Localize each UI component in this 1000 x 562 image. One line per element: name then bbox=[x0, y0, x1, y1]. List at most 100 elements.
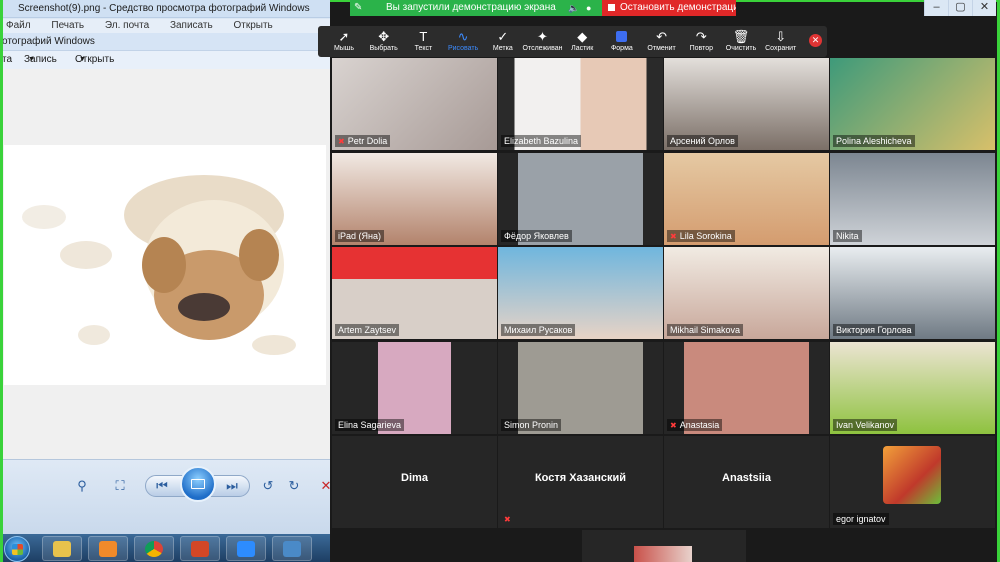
viewer-menu-top: Файл Печать Эл. почта Записать Открыть bbox=[0, 19, 330, 33]
tool-move[interactable]: ✥ Выбрать bbox=[364, 29, 404, 57]
participant-tile[interactable]: Artem Zaytsev bbox=[332, 247, 497, 339]
tool-check[interactable]: ✓ Метка bbox=[483, 29, 523, 57]
participant-name-text: Nikita bbox=[836, 230, 859, 241]
participant-tile[interactable]: egor ignatov bbox=[830, 436, 995, 528]
mic-icon[interactable]: 🔈 bbox=[568, 0, 579, 16]
shape-icon bbox=[602, 29, 642, 44]
participant-tile[interactable]: Anastsiia bbox=[664, 436, 829, 528]
save-icon: ⇩ bbox=[775, 29, 787, 44]
media-player-icon bbox=[99, 540, 117, 557]
text-icon: T bbox=[419, 29, 428, 44]
maximize-button[interactable]: ▢ bbox=[948, 0, 972, 16]
participant-name-text: Арсений Орлов bbox=[670, 136, 735, 146]
participant-tile[interactable]: ✖ Petr Dolia bbox=[332, 58, 497, 150]
share-status-text: Вы запустили демонстрацию экрана bbox=[386, 2, 556, 13]
participant-name-text: Михаил Русаков bbox=[504, 325, 573, 335]
participant-tile[interactable]: ✖ Lila Sorokina bbox=[664, 152, 829, 245]
rotate-right-icon[interactable]: ↻ bbox=[282, 475, 306, 497]
tool-spotlight[interactable]: ✦ Отслеживан bbox=[523, 29, 563, 57]
participant-tile[interactable]: Виктория Горлова bbox=[830, 247, 995, 339]
tool-pointer[interactable]: ➚ Мышь bbox=[324, 29, 364, 57]
taskbar bbox=[0, 534, 330, 562]
window-controls: – ▢ ✕ bbox=[924, 0, 1000, 16]
participant-tile[interactable]: Elizabeth Bazulina bbox=[498, 58, 663, 150]
tool-shape[interactable]: Форма bbox=[602, 29, 642, 57]
minimize-button[interactable]: – bbox=[924, 0, 948, 16]
bulldog-image bbox=[4, 145, 326, 385]
participant-tile[interactable]: Ivan Velikanov bbox=[830, 341, 995, 434]
tool-undo[interactable]: ↶ Отменит bbox=[642, 29, 682, 57]
participant-name: Ivan Velikanov bbox=[833, 418, 898, 431]
participant-name-text: Elizabeth Bazulina bbox=[504, 136, 579, 146]
participant-tile[interactable]: Михаил Русаков bbox=[498, 247, 663, 339]
tool-trash[interactable]: 🗑 Очистить bbox=[721, 29, 761, 57]
participant-tile[interactable]: Polina Aleshicheva bbox=[830, 58, 995, 150]
share-banner: ✎ Вы запустили демонстрацию экрана 🔈 ● О… bbox=[350, 0, 736, 16]
tool-save[interactable]: ⇩ Сохранит bbox=[761, 29, 801, 57]
participant-name-text: Ivan Velikanov bbox=[836, 419, 895, 430]
chevron-down-icon: ▼ bbox=[79, 56, 86, 63]
zoom-icon[interactable]: ⚲ bbox=[70, 475, 94, 497]
trash-icon: 🗑 bbox=[732, 29, 750, 44]
participant-tile-partial[interactable] bbox=[582, 530, 746, 562]
participant-name: Михаил Русаков bbox=[501, 324, 576, 336]
tool-text[interactable]: T Текст bbox=[403, 29, 443, 57]
participant-name-text: Lila Sorokina bbox=[679, 230, 732, 241]
taskbar-powerpoint[interactable] bbox=[180, 536, 220, 561]
start-button[interactable] bbox=[4, 536, 30, 562]
tool-draw[interactable]: ∿ Рисовать bbox=[443, 29, 483, 57]
taskbar-chrome[interactable] bbox=[134, 536, 174, 561]
participant-tile[interactable]: Костя Хазанский ✖ bbox=[498, 436, 663, 528]
close-toolbar-icon[interactable]: ✕ bbox=[809, 34, 822, 47]
pointer-icon: ➚ bbox=[338, 29, 350, 44]
participant-tile[interactable]: Арсений Орлов bbox=[664, 58, 829, 150]
previous-icon[interactable]: ⏮ bbox=[150, 475, 174, 497]
participant-name: Фёдор Яковлев bbox=[501, 229, 572, 242]
tool-label: Рисовать bbox=[447, 45, 479, 52]
taskbar-media[interactable] bbox=[88, 536, 128, 561]
close-window-button[interactable]: ✕ bbox=[972, 0, 996, 16]
stop-share-button[interactable]: Остановить демонстрацию bbox=[602, 0, 736, 16]
powerpoint-icon bbox=[191, 540, 209, 557]
menu-email[interactable]: Эл. почта bbox=[105, 20, 149, 31]
participant-tile[interactable]: iPad (Яна) bbox=[332, 152, 497, 245]
muted-mic-icon: ✖ bbox=[338, 137, 345, 146]
tool-label: Сохранит bbox=[765, 45, 797, 52]
menu-first[interactable]: та bbox=[2, 51, 12, 69]
taskbar-explorer[interactable] bbox=[42, 536, 82, 561]
menu-record[interactable]: Записать bbox=[170, 20, 213, 31]
tool-label: Метка bbox=[492, 45, 513, 52]
slideshow-button[interactable] bbox=[180, 466, 216, 502]
taskbar-zoom[interactable] bbox=[226, 536, 266, 561]
participant-name: ✖ Lila Sorokina bbox=[667, 229, 735, 242]
participant-tile[interactable]: Фёдор Яковлев bbox=[498, 152, 663, 245]
participant-name-text: Simon Pronin bbox=[504, 419, 559, 430]
viewer-title: Screenshot(9).png - Средство просмотра ф… bbox=[0, 0, 330, 18]
participant-tile[interactable]: Elina Sagarieva bbox=[332, 341, 497, 434]
actual-size-icon[interactable]: ⛶ bbox=[108, 475, 132, 497]
tool-label: Форма bbox=[610, 45, 633, 52]
menu-print[interactable]: Печать bbox=[51, 20, 84, 31]
participant-tile[interactable]: Dima bbox=[332, 436, 497, 528]
zoom-app-icon bbox=[237, 540, 255, 557]
participant-name-large: Anastsiia bbox=[722, 472, 771, 484]
menu-open-top[interactable]: Открыть bbox=[233, 20, 272, 31]
next-icon[interactable]: ⏭ bbox=[220, 475, 244, 497]
participant-tile[interactable]: Simon Pronin bbox=[498, 341, 663, 434]
participant-name: Nikita bbox=[833, 229, 862, 242]
tool-label: Мышь bbox=[333, 45, 355, 52]
tool-redo[interactable]: ↷ Повтор bbox=[681, 29, 721, 57]
taskbar-photo-viewer[interactable] bbox=[272, 536, 312, 561]
photo-viewer-window: Screenshot(9).png - Средство просмотра ф… bbox=[0, 0, 331, 534]
tool-eraser[interactable]: ◆ Ластик bbox=[562, 29, 602, 57]
participant-name: Mikhail Simakova bbox=[667, 324, 744, 336]
rotate-left-icon[interactable]: ↺ bbox=[256, 475, 280, 497]
menu-file[interactable]: Файл bbox=[6, 20, 31, 31]
participant-name-large: Dima bbox=[401, 472, 428, 484]
participant-tile[interactable]: ✖ Anastasia bbox=[664, 341, 829, 434]
avatar bbox=[634, 546, 692, 562]
tool-label: Выбрать bbox=[369, 45, 398, 52]
participant-tile[interactable]: Nikita bbox=[830, 152, 995, 245]
photo-viewer-icon bbox=[283, 540, 301, 557]
participant-tile[interactable]: Mikhail Simakova bbox=[664, 247, 829, 339]
